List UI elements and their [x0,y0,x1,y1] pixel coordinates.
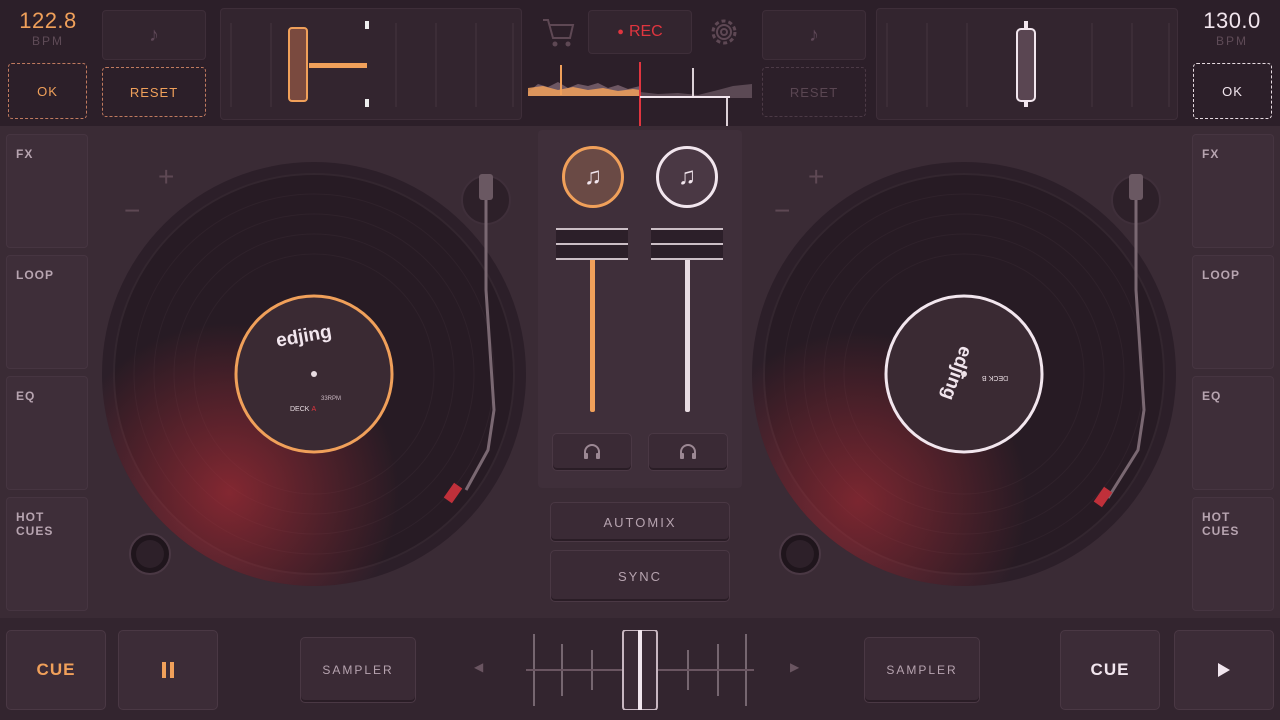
sampler-button-b[interactable]: SAMPLER [864,637,980,703]
record-label-deck-text-b: DECK [988,374,1009,381]
fx-button-a[interactable]: FX [6,134,88,248]
volume-fader-a[interactable] [556,228,628,260]
pitch-minus-icon: − [124,195,140,226]
pause-icon [162,662,174,678]
pitch-slider-b[interactable] [876,8,1178,120]
eq-button-a[interactable]: EQ [6,376,88,490]
bpm-label-a: BPM [31,34,64,48]
loop-button-a[interactable]: LOOP [6,255,88,369]
bpm-display-a: 122.8 BPM [8,8,88,56]
turntable-a: + − edjing DECK A 33RPM [96,130,536,616]
pitch-minus-icon: − [774,195,790,226]
cue-button-b[interactable]: CUE [1060,630,1160,710]
crossfader-left-arrow-icon[interactable]: ◀ [474,660,483,674]
headphone-cue-button-a[interactable] [552,433,632,471]
bpm-label-b: BPM [1215,34,1248,48]
bpm-value-b: 130.0 [1203,8,1261,33]
record-label-deck-text-a: DECK [290,406,310,413]
rec-label: REC [628,23,663,40]
headphones-icon [584,444,600,459]
loop-button-b[interactable]: LOOP [1192,255,1274,369]
add-music-icon: ♫ [678,163,696,190]
cue-button-a[interactable]: CUE [6,630,106,710]
fx-button-b[interactable]: FX [1192,134,1274,248]
pitch-plus-icon: + [808,161,824,192]
fader-grip-line [651,243,723,245]
volume-track-a [590,258,595,412]
play-icon [1218,663,1230,677]
record-label-deck-letter-a: A [311,406,317,413]
bpm-value-a: 122.8 [19,8,77,33]
volume-track-b [685,258,690,412]
hot-cues-button-b[interactable]: HOT CUES [1192,497,1274,611]
load-track-button-a[interactable]: ♫ [562,146,624,208]
music-note-icon: ♪ [809,23,819,46]
pitch-reset-button-a[interactable]: RESET [102,67,206,117]
sampler-button-a[interactable]: SAMPLER [300,637,416,703]
cart-icon[interactable] [540,14,576,50]
load-track-button-b[interactable]: ♫ [656,146,718,208]
automix-button[interactable]: AUTOMIX [550,502,730,542]
pitch-plus-icon: + [158,161,174,192]
pitch-reset-button-b[interactable]: RESET [762,67,866,117]
gear-icon[interactable] [706,14,742,50]
sync-button[interactable]: SYNC [550,550,730,602]
rec-button[interactable]: ● REC [588,10,692,54]
bpm-ok-button-b[interactable]: OK [1193,63,1272,119]
waveform-overview[interactable] [528,62,752,126]
headphones-icon [680,444,696,459]
pitch-slider-a[interactable] [220,8,522,120]
bpm-ok-button-a[interactable]: OK [8,63,87,119]
fader-grip-line [556,243,628,245]
play-button-b[interactable] [1174,630,1274,710]
bpm-display-b: 130.0 BPM [1192,8,1272,56]
record-label-speed-a: 33RPM [321,396,342,402]
volume-fader-b[interactable] [651,228,723,260]
music-note-icon: ♪ [149,23,159,46]
rec-dot-icon: ● [617,26,624,38]
pitch-grid-b [886,21,1170,107]
record-label-deck-a: DECK A [290,406,316,413]
crossfader-right-arrow-icon[interactable]: ▶ [790,660,799,674]
add-music-icon: ♫ [584,163,602,190]
turntable-b: + − edjing DECK B [746,130,1186,616]
crossfader[interactable] [522,629,758,711]
record-label-deck-b: DECK B [982,374,1008,381]
pitch-grid-a [230,21,514,107]
eq-button-b[interactable]: EQ [1192,376,1274,490]
track-art-a: ♪ [102,10,206,60]
pause-button-a[interactable] [118,630,218,710]
hot-cues-button-a[interactable]: HOT CUES [6,497,88,611]
record-label-deck-letter-b: B [982,374,987,381]
track-art-b: ♪ [762,10,866,60]
headphone-cue-button-b[interactable] [648,433,728,471]
